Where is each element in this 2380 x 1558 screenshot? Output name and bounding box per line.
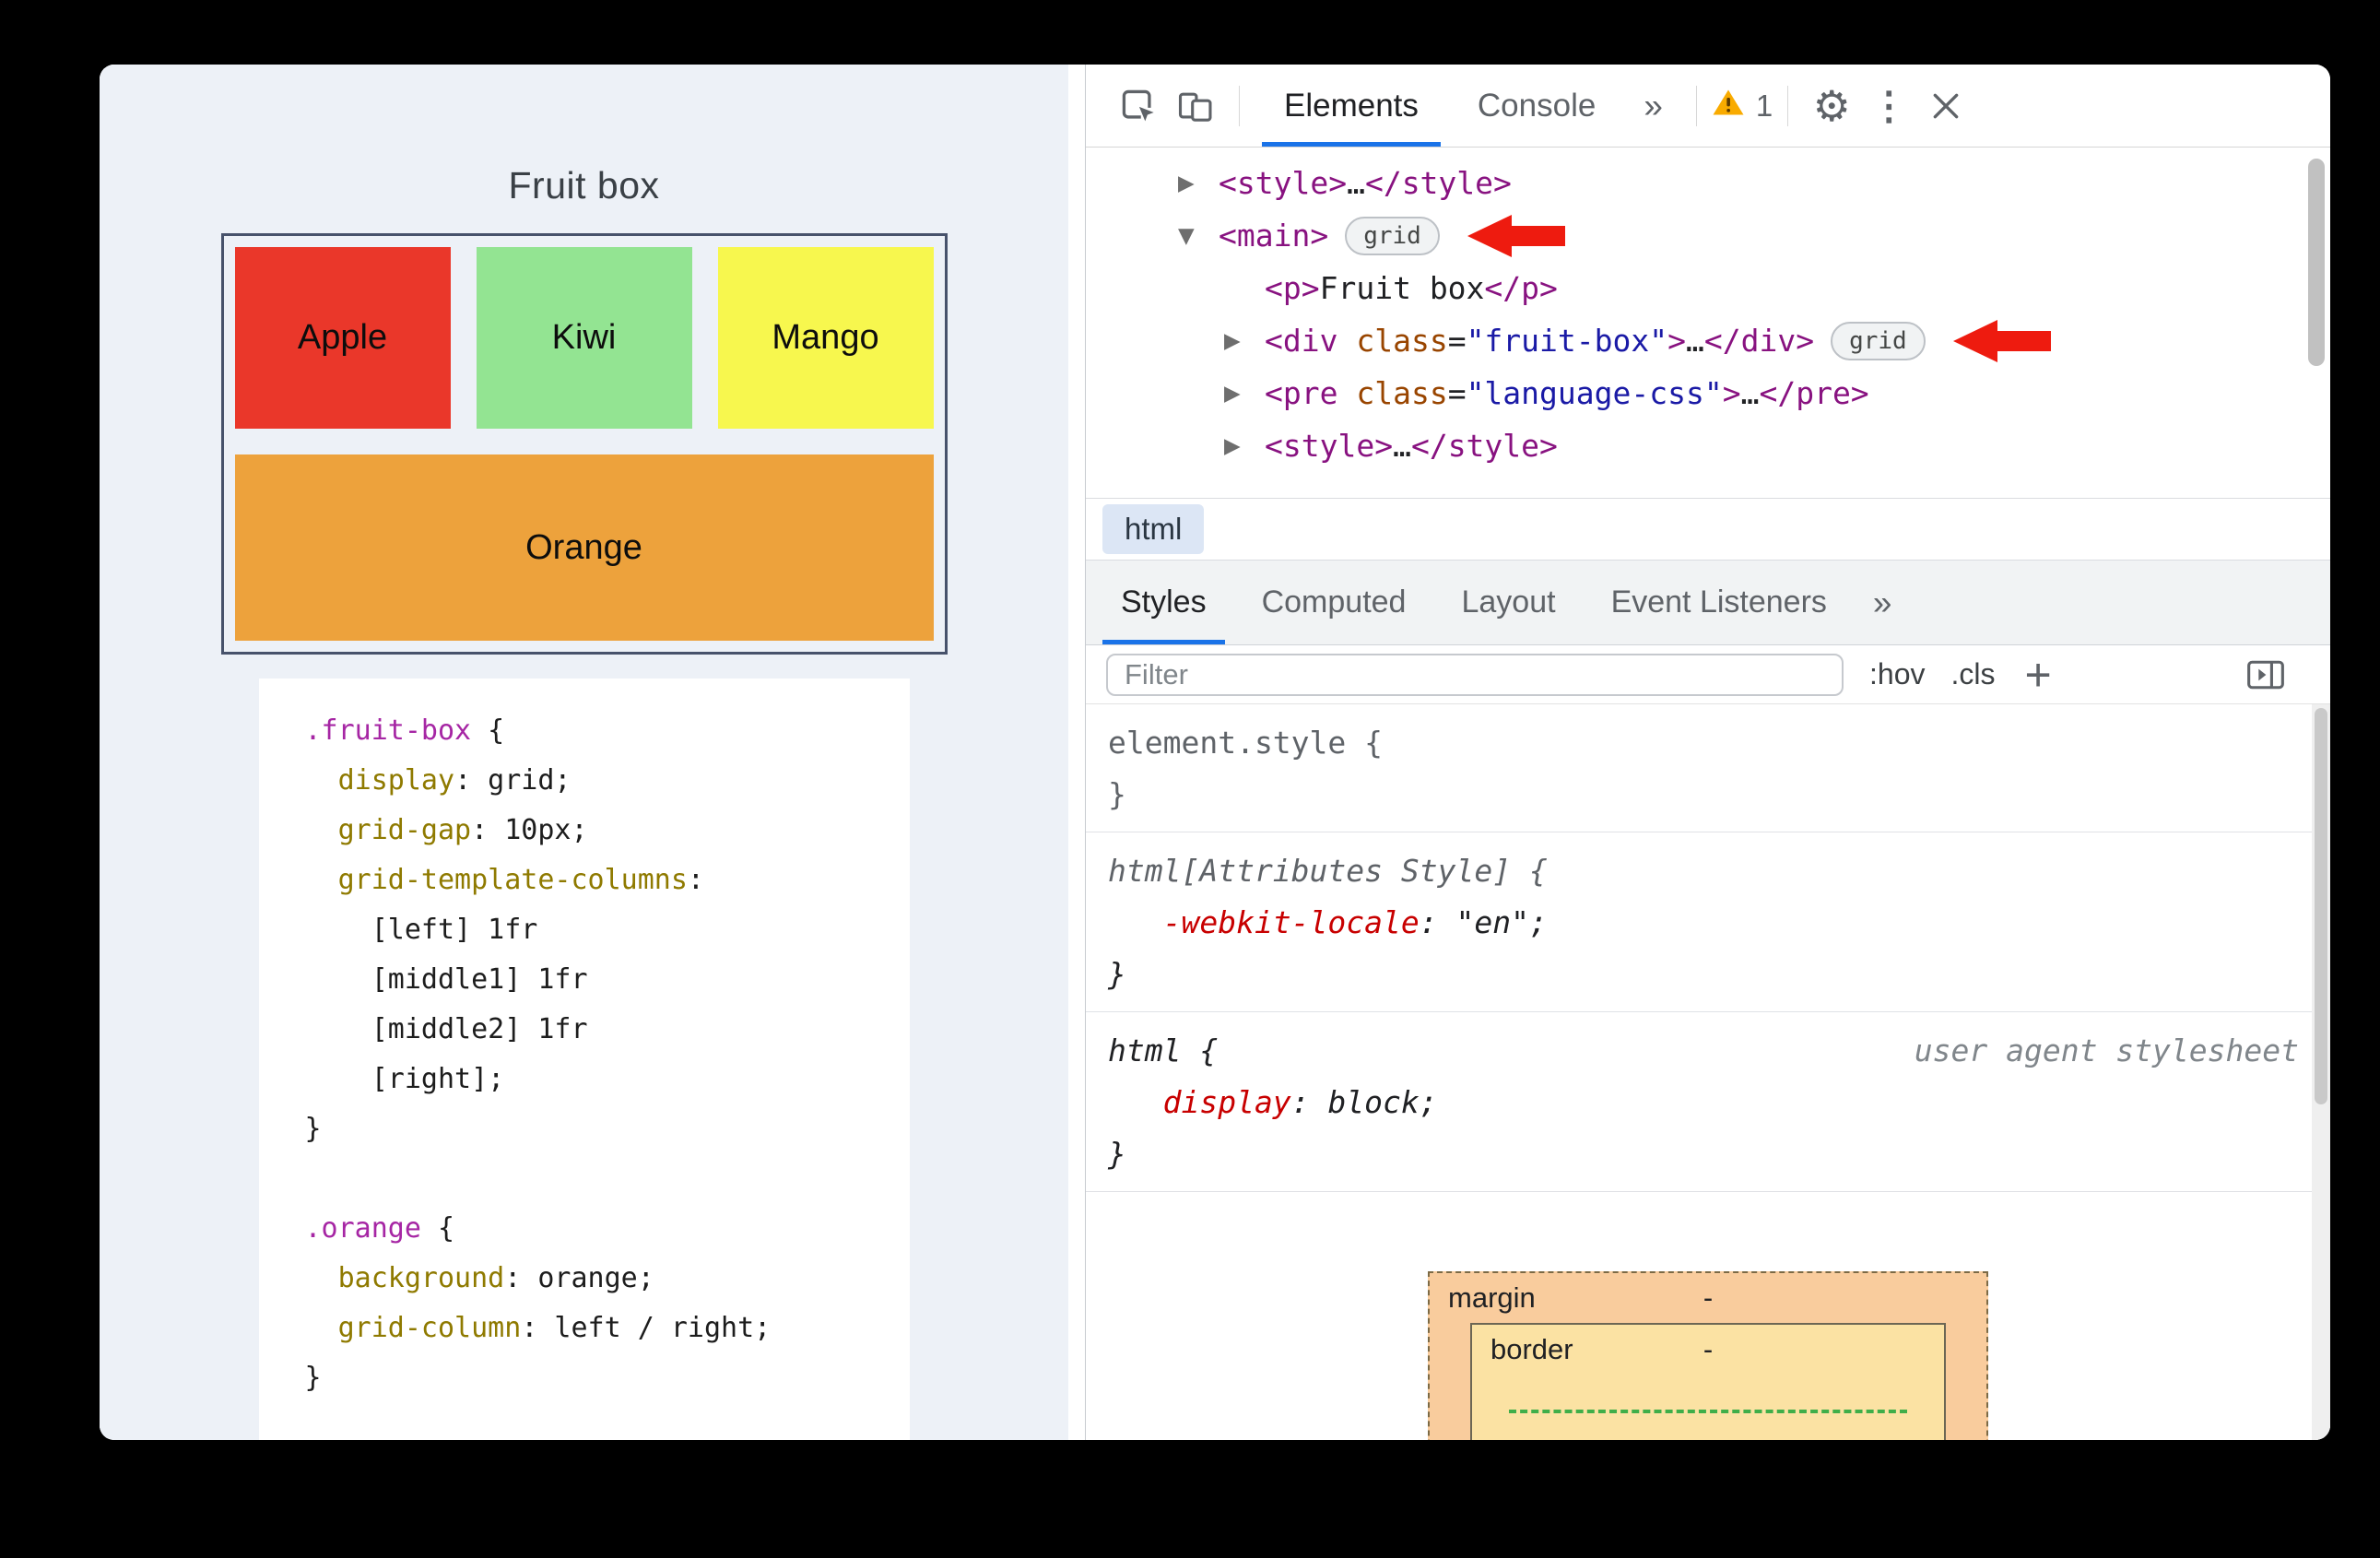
dom-tree: ▶ <style>…</style> ▼ <main> grid <p>Fruit box… xyxy=(1086,157,2330,472)
expand-arrow-open-icon[interactable]: ▼ xyxy=(1178,224,1219,248)
screenshot-stage: Fruit box Apple Kiwi Mango Orange .fruit-bo… xyxy=(0,0,2380,1558)
styles-filter-input[interactable] xyxy=(1106,653,1844,696)
tab-computed[interactable]: Computed xyxy=(1234,561,1434,644)
devtools-panel: Elements Console » 1 ⚙ ⋮ ▶ <style>…</sty… xyxy=(1085,65,2330,1440)
code-line: background: orange; xyxy=(337,1262,654,1294)
box-model-margin-row: margin - xyxy=(1430,1273,1986,1323)
grid-badge[interactable]: grid xyxy=(1345,216,1440,255)
breadcrumb: html xyxy=(1086,498,2330,561)
box-model-border-top-value: - xyxy=(1703,1333,1714,1365)
code-line: } xyxy=(304,1113,322,1145)
more-tabs-icon[interactable]: » xyxy=(1625,87,1681,125)
scrollbar-thumb[interactable] xyxy=(2315,708,2327,1104)
page-preview-pane: Fruit box Apple Kiwi Mango Orange .fruit-bo… xyxy=(100,65,1085,1440)
dom-tree-scrollbar[interactable] xyxy=(2308,159,2325,481)
issues-counter[interactable]: 1 xyxy=(1712,88,1773,124)
annotation-red-arrow xyxy=(1952,319,2051,362)
breadcrumb-item-html[interactable]: html xyxy=(1102,504,1205,554)
kebab-menu-icon[interactable]: ⋮ xyxy=(1860,77,1917,135)
app-window: Fruit box Apple Kiwi Mango Orange .fruit-bo… xyxy=(100,65,2330,1440)
fruit-cell-apple: Apple xyxy=(234,247,451,429)
fruit-cell-kiwi: Kiwi xyxy=(476,247,692,429)
settings-gear-icon[interactable]: ⚙ xyxy=(1803,77,1860,135)
expand-arrow-icon[interactable]: ▶ xyxy=(1178,171,1219,195)
box-model-border-row: border - xyxy=(1472,1325,1944,1375)
code-line: .orange { xyxy=(304,1212,455,1245)
annotation-red-arrow xyxy=(1467,214,1565,257)
dom-node-text: <div class="fruit-box">…</div> xyxy=(1265,323,1815,359)
tab-console[interactable]: Console xyxy=(1448,65,1625,147)
page-title: Fruit box xyxy=(508,164,660,207)
inspect-element-icon[interactable] xyxy=(1110,77,1167,135)
code-line: } xyxy=(304,1362,322,1394)
page-main: Fruit box Apple Kiwi Mango Orange .fruit-bo… xyxy=(100,65,1068,1440)
toolbar-separator xyxy=(1239,85,1240,126)
code-line: [right]; xyxy=(304,1063,505,1095)
dom-node-text: <style>…</style> xyxy=(1265,428,1558,464)
scrollbar-thumb[interactable] xyxy=(2308,159,2325,366)
stylesheet-origin-label: user agent stylesheet xyxy=(1914,1033,2299,1068)
dom-node-text: <main> xyxy=(1219,218,1329,254)
expand-arrow-icon[interactable]: ▶ xyxy=(1224,329,1265,353)
code-line: grid-template-columns: xyxy=(337,864,704,896)
box-model-border-box: border - xyxy=(1470,1323,1946,1440)
tab-elements[interactable]: Elements xyxy=(1255,65,1448,147)
dom-node-text: <pre class="language-css">…</pre> xyxy=(1265,375,1869,411)
fruit-cell-orange: Orange xyxy=(234,454,934,641)
expand-arrow-icon[interactable]: ▶ xyxy=(1224,382,1265,406)
box-model-border-label: border xyxy=(1490,1333,1573,1365)
dom-tree-node[interactable]: ▼ <main> grid xyxy=(1086,209,2330,262)
new-style-rule-button[interactable]: + xyxy=(2024,652,2051,698)
close-icon[interactable] xyxy=(1917,77,1974,135)
fruit-grid: Apple Kiwi Mango Orange xyxy=(220,233,948,655)
fruit-cell-mango: Mango xyxy=(717,247,934,429)
box-model-padding-edge xyxy=(1509,1410,1907,1413)
styles-rules: element.style {} html[Attributes Style] {… xyxy=(1086,704,2330,1192)
dom-tree-node[interactable]: ▶ <pre class="language-css">…</pre> xyxy=(1086,367,2330,419)
code-line: [middle2] 1fr xyxy=(304,1013,588,1045)
toolbar-separator xyxy=(1695,85,1697,126)
style-rule[interactable]: html[Attributes Style] { -webkit-locale:… xyxy=(1086,832,2330,1012)
warning-icon xyxy=(1712,88,1745,124)
toggle-hover-state-button[interactable]: :hov xyxy=(1869,657,1925,691)
dom-tree-node[interactable]: <p>Fruit box</p> xyxy=(1086,262,2330,314)
box-model-margin-label: margin xyxy=(1448,1281,1536,1314)
toolbar-separator xyxy=(1787,85,1789,126)
tab-styles[interactable]: Styles xyxy=(1093,561,1234,644)
styles-scrollbar[interactable] xyxy=(2312,704,2330,1440)
code-line: .fruit-box { xyxy=(304,714,505,747)
styles-filter-row: :hov .cls + xyxy=(1086,645,2330,704)
more-panes-icon[interactable]: » xyxy=(1855,584,1911,622)
style-rule[interactable]: html {user agent stylesheet display: blo… xyxy=(1086,1012,2330,1192)
dom-tree-node[interactable]: ▶ <style>…</style> xyxy=(1086,157,2330,209)
device-toolbar-icon[interactable] xyxy=(1167,77,1224,135)
dom-tree-area: ▶ <style>…</style> ▼ <main> grid <p>Fruit box… xyxy=(1086,148,2330,498)
grid-badge[interactable]: grid xyxy=(1831,321,1926,360)
box-model-margin-top-value: - xyxy=(1703,1281,1714,1314)
dom-node-text: <p>Fruit box</p> xyxy=(1265,270,1558,306)
code-line: grid-gap: 10px; xyxy=(337,814,588,846)
expand-arrow-icon[interactable]: ▶ xyxy=(1224,434,1265,458)
toggle-classes-button[interactable]: .cls xyxy=(1950,657,1995,691)
style-rule[interactable]: element.style {} xyxy=(1086,704,2330,832)
code-line: display: grid; xyxy=(337,764,571,797)
box-model-diagram: margin - border - xyxy=(1428,1271,1988,1440)
styles-pane-tabs: Styles Computed Layout Event Listeners » xyxy=(1086,561,2330,645)
tab-layout[interactable]: Layout xyxy=(1433,561,1583,644)
code-line: [left] 1fr xyxy=(304,914,538,946)
css-code: .fruit-box { display: grid; grid-gap: 10… xyxy=(305,706,910,1403)
toggle-sidebar-icon[interactable] xyxy=(2245,657,2286,692)
dom-node-text: <style>…</style> xyxy=(1219,165,1512,201)
code-line: grid-column: left / right; xyxy=(337,1312,772,1344)
tab-event-listeners[interactable]: Event Listeners xyxy=(1584,561,1855,644)
dom-tree-node[interactable]: ▶ <div class="fruit-box">…</div> grid xyxy=(1086,314,2330,367)
warning-count: 1 xyxy=(1755,88,1773,123)
css-code-card: .fruit-box { display: grid; grid-gap: 10… xyxy=(258,679,910,1440)
styles-pane-content: element.style {} html[Attributes Style] {… xyxy=(1086,704,2330,1440)
devtools-toolbar: Elements Console » 1 ⚙ ⋮ xyxy=(1086,65,2330,148)
dom-tree-node[interactable]: ▶ <style>…</style> xyxy=(1086,419,2330,472)
code-line: [middle1] 1fr xyxy=(304,963,588,996)
